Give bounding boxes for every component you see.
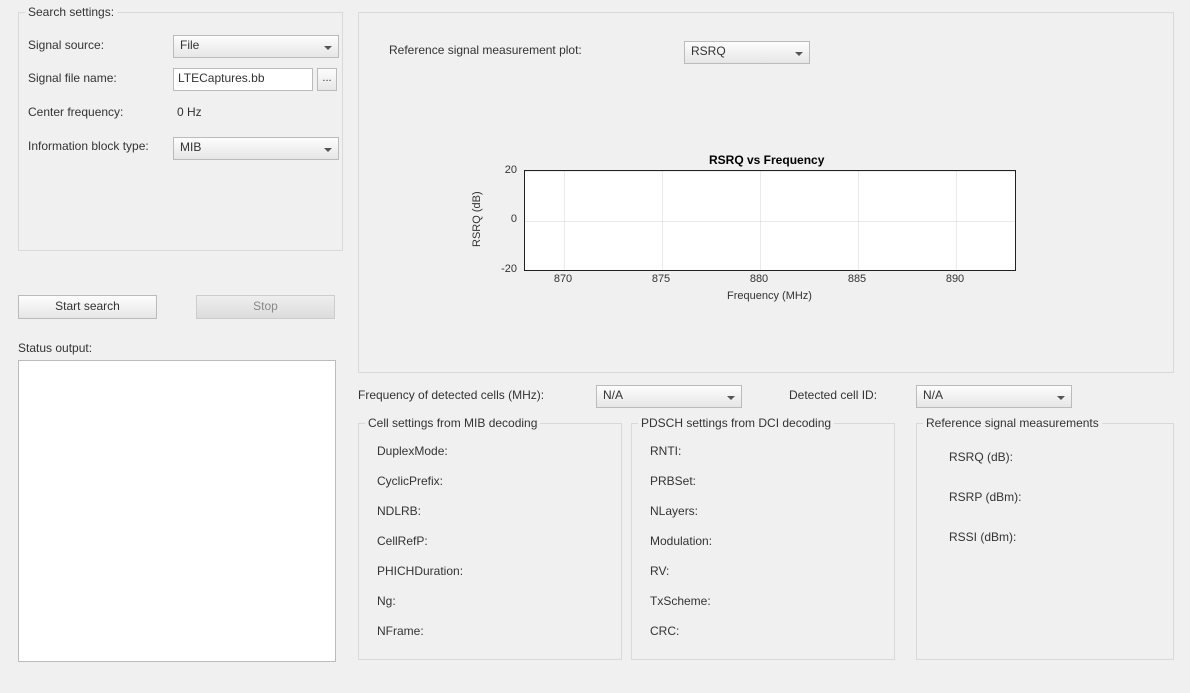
pdsch-field: CRC: — [650, 624, 679, 638]
gridline — [525, 221, 1015, 222]
ref-plot-value: RSRQ — [691, 44, 726, 58]
center-freq-label: Center frequency: — [28, 105, 123, 119]
info-block-value: MIB — [180, 140, 201, 154]
chart-plot-area — [524, 170, 1016, 271]
signal-source-label: Signal source: — [28, 38, 104, 52]
rs-panel: Reference signal measurements RSRQ (dB):… — [916, 423, 1174, 660]
status-output-listbox[interactable] — [18, 360, 336, 662]
start-button[interactable]: Start search — [18, 295, 157, 319]
ref-plot-label: Reference signal measurement plot: — [389, 43, 582, 57]
mib-field: PHICHDuration: — [377, 564, 463, 578]
plot-panel: Reference signal measurement plot: RSRQ … — [358, 12, 1174, 373]
ref-plot-dropdown[interactable]: RSRQ — [684, 41, 810, 64]
y-tick: 20 — [487, 164, 517, 176]
signal-source-value: File — [180, 38, 199, 52]
mib-panel: Cell settings from MIB decoding DuplexMo… — [358, 423, 622, 660]
pdsch-field: NLayers: — [650, 504, 698, 518]
x-tick: 870 — [554, 273, 572, 285]
pdsch-panel: PDSCH settings from DCI decoding RNTI: P… — [631, 423, 895, 660]
freq-detected-dropdown[interactable]: N/A — [596, 385, 742, 408]
mib-field: CellRefP: — [377, 534, 428, 548]
detected-cellid-dropdown[interactable]: N/A — [916, 385, 1072, 408]
center-freq-value: 0 Hz — [177, 105, 202, 119]
rs-legend: Reference signal measurements — [923, 416, 1102, 430]
detected-cellid-value: N/A — [923, 388, 943, 402]
mib-field: DuplexMode: — [377, 444, 448, 458]
pdsch-field: RNTI: — [650, 444, 681, 458]
rs-field: RSRP (dBm): — [949, 490, 1021, 504]
x-tick: 885 — [848, 273, 866, 285]
pdsch-field: Modulation: — [650, 534, 712, 548]
x-tick: 880 — [750, 273, 768, 285]
info-block-label: Information block type: — [28, 139, 149, 153]
signal-file-label: Signal file name: — [28, 71, 117, 85]
pdsch-field: TxScheme: — [650, 594, 711, 608]
search-settings-panel: Search settings: Signal source: File Sig… — [18, 12, 343, 251]
mib-field: NFrame: — [377, 624, 424, 638]
search-settings-legend: Search settings: — [25, 5, 117, 19]
mib-field: CyclicPrefix: — [377, 474, 443, 488]
signal-file-value: LTECaptures.bb — [178, 71, 265, 85]
gridline — [525, 270, 1015, 271]
mib-field: NDLRB: — [377, 504, 421, 518]
signal-source-dropdown[interactable]: File — [173, 35, 339, 58]
freq-detected-label: Frequency of detected cells (MHz): — [358, 388, 544, 402]
info-block-dropdown[interactable]: MIB — [173, 137, 339, 160]
x-tick: 875 — [652, 273, 670, 285]
x-axis-label: Frequency (MHz) — [727, 290, 812, 302]
stop-button[interactable]: Stop — [196, 295, 335, 319]
chart-title: RSRQ vs Frequency — [709, 153, 824, 167]
signal-file-field[interactable]: LTECaptures.bb — [173, 68, 313, 91]
detected-cellid-label: Detected cell ID: — [789, 388, 877, 402]
mib-field: Ng: — [377, 594, 396, 608]
pdsch-field: RV: — [650, 564, 669, 578]
rs-field: RSRQ (dB): — [949, 450, 1013, 464]
browse-label: ... — [322, 72, 331, 84]
status-output-label: Status output: — [18, 341, 92, 355]
x-tick: 890 — [946, 273, 964, 285]
gridline — [525, 171, 1015, 172]
y-axis-label: RSRQ (dB) — [471, 191, 483, 247]
pdsch-legend: PDSCH settings from DCI decoding — [638, 416, 834, 430]
y-tick: -20 — [487, 263, 517, 275]
browse-button[interactable]: ... — [317, 68, 337, 91]
pdsch-field: PRBSet: — [650, 474, 696, 488]
mib-legend: Cell settings from MIB decoding — [365, 416, 540, 430]
freq-detected-value: N/A — [603, 388, 623, 402]
y-tick: 0 — [487, 213, 517, 225]
rs-field: RSSI (dBm): — [949, 530, 1016, 544]
